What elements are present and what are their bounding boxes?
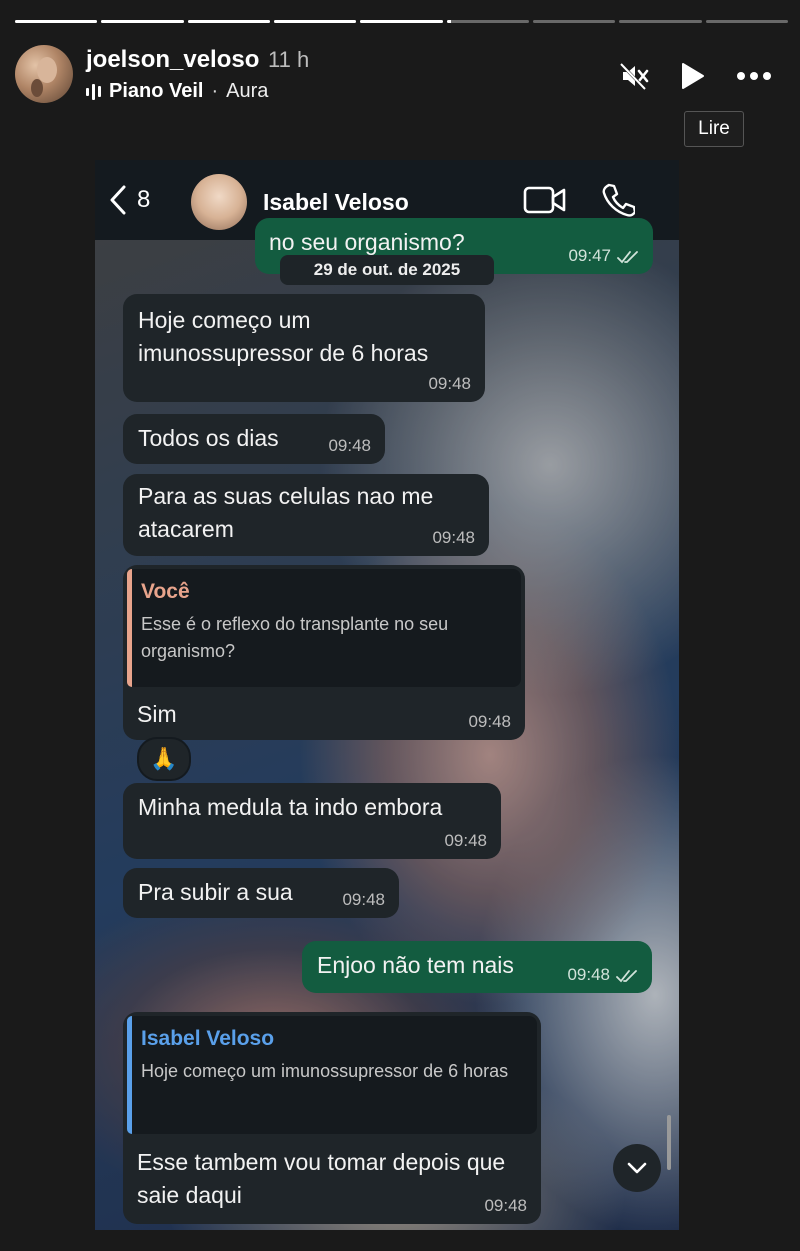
chevron-down-icon bbox=[627, 1162, 647, 1174]
video-call-icon bbox=[523, 186, 566, 214]
mute-button[interactable] bbox=[616, 58, 652, 94]
message-text: Minha medula ta indo embora bbox=[138, 794, 443, 820]
more-icon bbox=[737, 72, 771, 80]
more-options-button[interactable] bbox=[736, 58, 772, 94]
message-time: 09:48 bbox=[468, 712, 511, 731]
message-bubble-in: Hoje começo um imunossupressor de 6 hora… bbox=[123, 294, 485, 402]
message-meta: 09:48 bbox=[567, 965, 638, 985]
message-bubble-in-reply: Isabel Veloso Hoje começo um imunossupre… bbox=[123, 1012, 541, 1224]
progress-segment bbox=[705, 20, 788, 23]
message-bubble-in: Pra subir a sua 09:48 bbox=[123, 868, 399, 918]
message-text: Esse tambem vou tomar depois que saie da… bbox=[137, 1149, 506, 1208]
message-bubble-in-reply: Você Esse é o reflexo do transplante no … bbox=[123, 565, 525, 740]
story-progress bbox=[15, 20, 788, 24]
double-check-icon bbox=[617, 250, 638, 263]
progress-segment bbox=[101, 20, 184, 23]
unread-count: 8 bbox=[137, 186, 151, 213]
quoted-message: Isabel Veloso Hoje começo um imunossupre… bbox=[127, 1016, 537, 1134]
message-time: 09:48 bbox=[484, 1196, 527, 1215]
message-time: 09:48 bbox=[342, 890, 385, 909]
message-bubble-in: Todos os dias 09:48 bbox=[123, 414, 385, 464]
story-time: 11 h bbox=[268, 47, 310, 72]
story-username[interactable]: joelson_veloso bbox=[86, 46, 259, 74]
back-button: 8 bbox=[109, 185, 150, 215]
message-time: 09:47 bbox=[568, 246, 611, 265]
quote-author: Você bbox=[141, 580, 190, 603]
play-icon bbox=[682, 63, 704, 89]
message-reaction: 🙏 bbox=[137, 737, 191, 781]
message-time: 09:48 bbox=[567, 965, 610, 984]
play-button[interactable] bbox=[674, 58, 710, 94]
message-bubble-in: Minha medula ta indo embora 09:48 bbox=[123, 783, 501, 859]
reaction-emoji: 🙏 bbox=[150, 746, 178, 771]
progress-segment bbox=[360, 20, 443, 23]
quoted-message: Você Esse é o reflexo do transplante no … bbox=[127, 569, 521, 687]
progress-segment bbox=[273, 20, 357, 23]
message-time: 09:48 bbox=[444, 831, 487, 850]
quote-bar bbox=[127, 1016, 132, 1134]
message-text: Sim bbox=[137, 701, 177, 727]
date-chip: 29 de out. de 2025 bbox=[280, 255, 494, 285]
message-bubble-in: Para as suas celulas nao me atacarem 09:… bbox=[123, 474, 489, 556]
progress-segment bbox=[187, 20, 270, 23]
message-time: 09:48 bbox=[328, 436, 371, 455]
progress-segment bbox=[619, 20, 702, 23]
quote-text: Hoje começo um imunossupressor de 6 hora… bbox=[141, 1061, 509, 1081]
phone-call-icon bbox=[602, 183, 635, 217]
double-check-icon bbox=[616, 969, 637, 982]
message-text: Para as suas celulas nao me atacarem bbox=[138, 483, 434, 542]
progress-segment bbox=[532, 20, 616, 23]
chat-screenshot: 8 Isabel Veloso no seu organismo? 09:47 … bbox=[95, 160, 679, 1230]
message-text: Hoje começo um imunossupressor de 6 hora… bbox=[138, 307, 429, 366]
message-bubble-out: Enjoo não tem nais 09:48 bbox=[302, 941, 652, 993]
message-meta: 09:47 bbox=[568, 246, 639, 266]
scroll-down-button bbox=[613, 1144, 661, 1192]
chevron-left-icon bbox=[110, 185, 126, 215]
music-artist: Aura bbox=[226, 80, 269, 102]
music-song: Piano Veil bbox=[109, 80, 204, 102]
audio-bars-icon bbox=[86, 83, 101, 101]
quote-text: Esse é o reflexo do transplante no seu o… bbox=[141, 614, 449, 661]
progress-segment bbox=[15, 20, 98, 23]
scrollbar bbox=[667, 1115, 671, 1170]
tooltip: Lire bbox=[684, 111, 744, 147]
music-separator: · bbox=[211, 80, 219, 102]
contact-avatar bbox=[191, 174, 247, 230]
message-time: 09:48 bbox=[428, 374, 471, 393]
progress-segment bbox=[446, 20, 529, 23]
message-time: 09:48 bbox=[432, 528, 475, 547]
mute-icon bbox=[619, 62, 649, 91]
music-attribution[interactable]: Piano Veil · Aura bbox=[86, 80, 268, 103]
quote-author: Isabel Veloso bbox=[141, 1027, 275, 1050]
quote-bar bbox=[127, 569, 132, 687]
contact-name: Isabel Veloso bbox=[263, 189, 409, 215]
story-avatar[interactable] bbox=[15, 45, 73, 103]
